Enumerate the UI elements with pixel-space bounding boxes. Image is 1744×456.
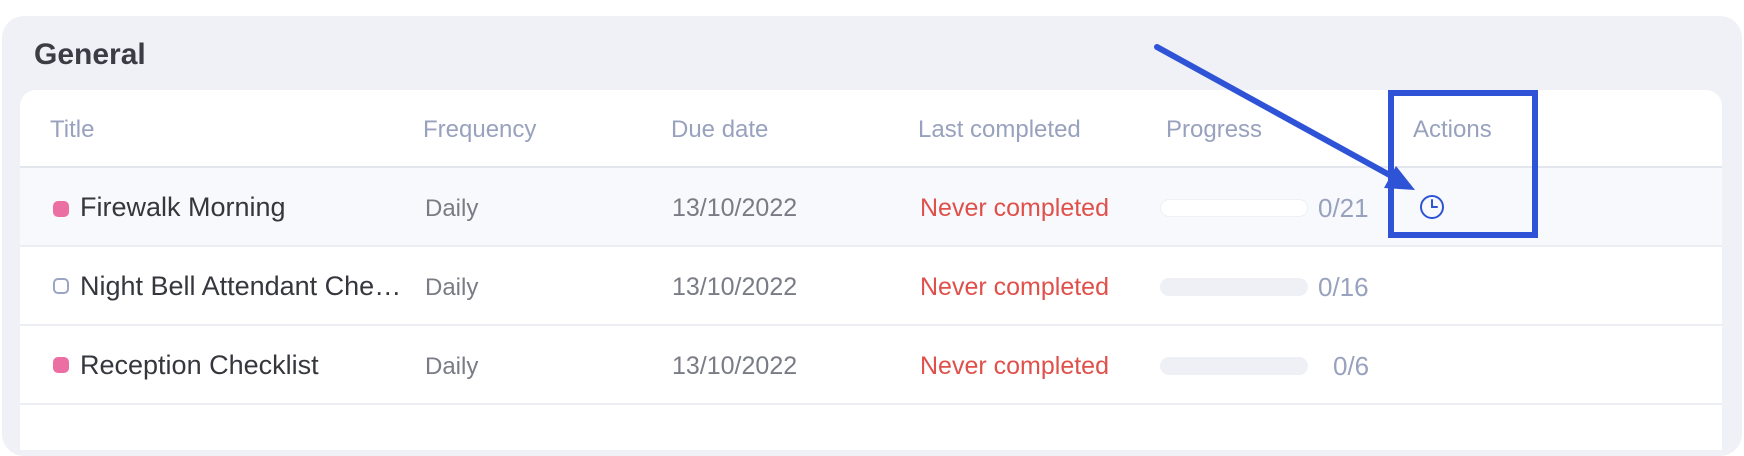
row-title[interactable]: Reception Checklist	[80, 350, 319, 381]
row-frequency: Daily	[425, 195, 479, 222]
column-header-due-date[interactable]: Due date	[671, 116, 768, 144]
status-marker-icon	[53, 357, 69, 373]
progress-count: 0/6	[1333, 351, 1370, 381]
column-header-last-completed[interactable]: Last completed	[918, 116, 1081, 144]
section-title: General	[34, 38, 146, 71]
table-row[interactable]: Reception Checklist Daily 13/10/2022 Nev…	[20, 326, 1722, 405]
progress-bar	[1160, 357, 1308, 375]
progress-count: 0/16	[1318, 272, 1369, 302]
row-due-date: 13/10/2022	[672, 352, 798, 380]
status-marker-icon	[53, 201, 69, 217]
column-header-progress[interactable]: Progress	[1166, 116, 1262, 144]
row-last-completed: Never completed	[920, 194, 1109, 222]
progress-bar	[1160, 199, 1308, 217]
row-due-date: 13/10/2022	[672, 194, 798, 222]
row-frequency: Daily	[425, 353, 479, 380]
row-title[interactable]: Firewalk Morning	[80, 192, 286, 223]
column-header-frequency[interactable]: Frequency	[423, 116, 536, 144]
row-title[interactable]: Night Bell Attendant Che…	[80, 271, 401, 302]
progress-count: 0/21	[1318, 193, 1369, 223]
progress-bar	[1160, 278, 1308, 296]
row-last-completed: Never completed	[920, 273, 1109, 301]
table-row[interactable]: Night Bell Attendant Che… Daily 13/10/20…	[20, 247, 1722, 326]
column-header-title[interactable]: Title	[50, 116, 94, 144]
row-frequency: Daily	[425, 274, 479, 301]
annotation-highlight-box	[1388, 90, 1538, 238]
status-marker-icon	[53, 278, 69, 294]
row-due-date: 13/10/2022	[672, 273, 798, 301]
row-last-completed: Never completed	[920, 352, 1109, 380]
